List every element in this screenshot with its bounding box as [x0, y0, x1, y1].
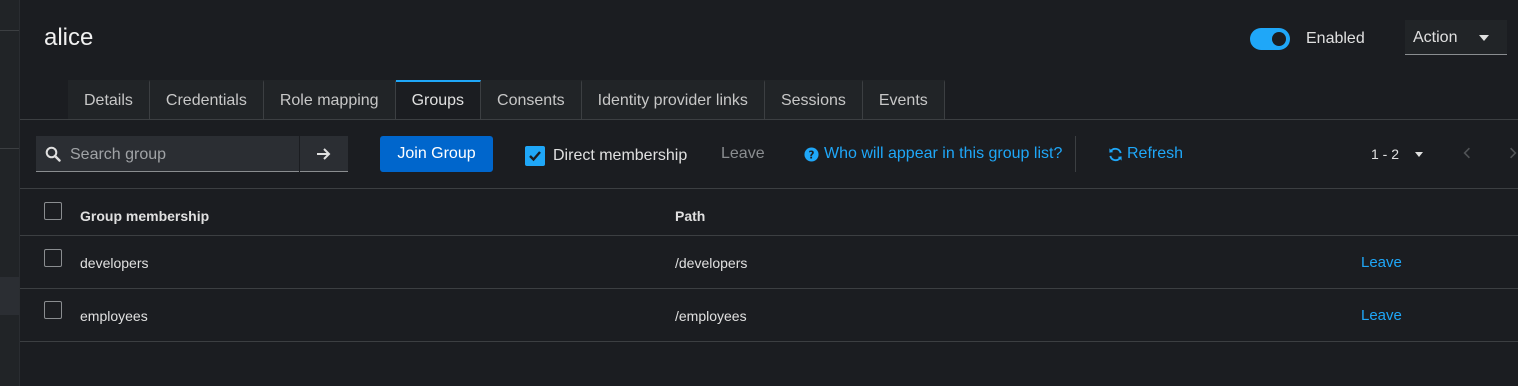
check-icon	[529, 151, 541, 162]
caret-down-icon[interactable]	[1415, 152, 1423, 157]
svg-text:?: ?	[809, 149, 815, 161]
caret-down-icon	[1479, 35, 1489, 41]
sidebar-divider	[0, 30, 19, 31]
table-header-divider	[20, 235, 1518, 236]
pagination-next-button[interactable]	[1509, 146, 1517, 164]
sidebar	[0, 0, 20, 386]
search-submit-button[interactable]	[300, 136, 348, 172]
help-link-label: Who will appear in this group list?	[824, 145, 1063, 162]
toolbar-divider	[1075, 136, 1076, 172]
table-row-divider	[20, 341, 1518, 342]
page-title: alice	[44, 24, 94, 51]
refresh-button[interactable]: Refresh	[1108, 145, 1183, 163]
row-leave-link[interactable]: Leave	[1361, 307, 1402, 324]
row-checkbox[interactable]	[44, 301, 62, 319]
group-path-cell: /employees	[675, 308, 747, 324]
leave-button[interactable]: Leave	[721, 145, 765, 163]
tab-details[interactable]: Details	[68, 80, 150, 120]
arrow-right-icon	[317, 148, 331, 160]
tab-bar: Details Credentials Role mapping Groups …	[68, 80, 945, 120]
pagination-range[interactable]: 1 - 2	[1371, 146, 1399, 162]
search-input[interactable]	[68, 136, 300, 173]
chevron-left-icon	[1463, 147, 1470, 159]
direct-membership-checkbox[interactable]	[525, 146, 545, 166]
row-leave-link[interactable]: Leave	[1361, 254, 1402, 271]
tab-role-mapping[interactable]: Role mapping	[263, 80, 396, 120]
group-name-cell: employees	[80, 308, 148, 324]
tab-events[interactable]: Events	[862, 80, 945, 120]
sidebar-divider	[0, 148, 19, 149]
group-name-cell: developers	[80, 255, 149, 271]
column-header-group-membership: Group membership	[80, 208, 210, 224]
tab-identity-provider-links[interactable]: Identity provider links	[581, 80, 765, 120]
table-row-divider	[20, 288, 1518, 289]
main-content: alice Enabled Action Details Credentials…	[20, 0, 1518, 386]
refresh-label: Refresh	[1127, 145, 1184, 162]
refresh-icon	[1109, 147, 1122, 161]
select-all-checkbox[interactable]	[44, 202, 62, 220]
direct-membership-label: Direct membership	[553, 147, 688, 164]
sidebar-item-selected[interactable]	[0, 277, 19, 315]
action-label: Action	[1413, 29, 1458, 46]
toolbar-bottom-divider	[20, 188, 1518, 189]
search-icon	[45, 146, 61, 162]
row-checkbox[interactable]	[44, 249, 62, 267]
join-group-button[interactable]: Join Group	[380, 136, 493, 172]
search-box	[36, 136, 300, 173]
question-circle-icon: ?	[804, 146, 819, 162]
tabs-divider	[20, 119, 1518, 120]
column-header-path: Path	[675, 208, 706, 224]
group-path-cell: /developers	[675, 255, 748, 271]
tab-credentials[interactable]: Credentials	[149, 80, 264, 120]
toggle-knob	[1272, 32, 1286, 46]
enabled-toggle[interactable]	[1250, 28, 1290, 50]
enabled-label: Enabled	[1306, 30, 1365, 47]
tab-groups[interactable]: Groups	[395, 80, 482, 120]
help-link[interactable]: ? Who will appear in this group list?	[804, 145, 1062, 163]
action-dropdown[interactable]: Action	[1405, 20, 1507, 55]
chevron-right-icon	[1510, 147, 1517, 159]
tab-sessions[interactable]: Sessions	[764, 80, 863, 120]
tab-consents[interactable]: Consents	[481, 80, 582, 120]
pagination-prev-button[interactable]	[1463, 146, 1471, 164]
